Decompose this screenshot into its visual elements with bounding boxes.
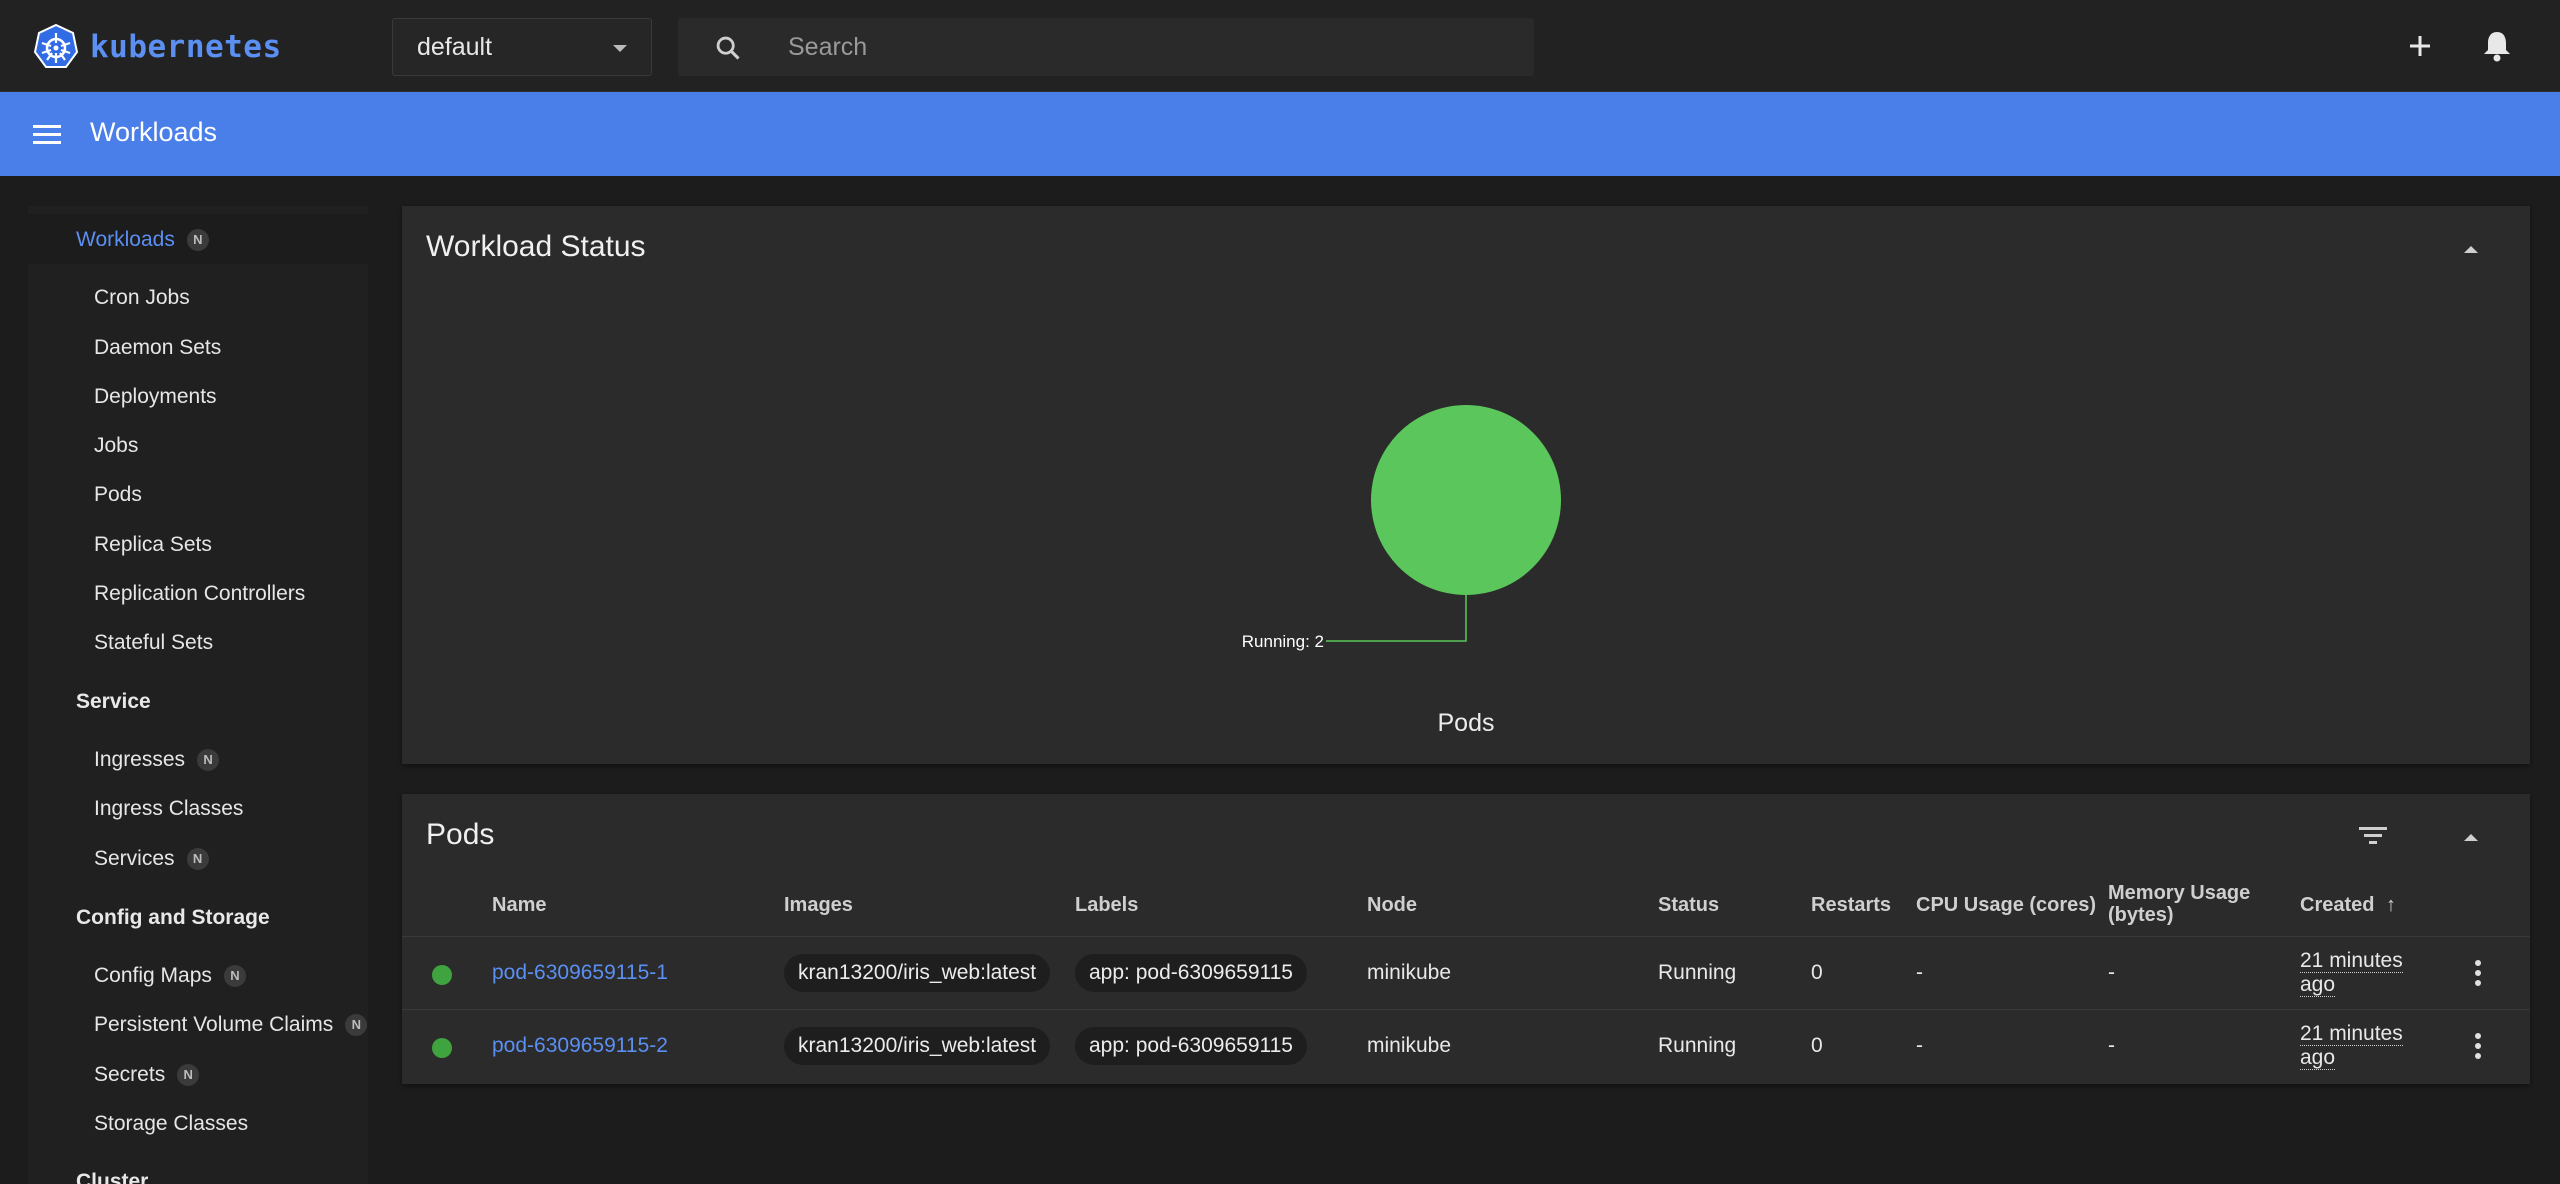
top-toolbar: kubernetes default (0, 0, 2560, 92)
node-cell[interactable]: minikube (1367, 961, 1451, 985)
sidebar-item-jobs[interactable]: Jobs (94, 434, 138, 458)
status-cell: Running (1658, 961, 1737, 984)
label-chip: app: pod-6309659115 (1075, 954, 1307, 992)
label-chip: app: pod-6309659115 (1075, 1027, 1307, 1065)
namespaced-badge: N (186, 848, 209, 870)
namespaced-badge: N (177, 1064, 200, 1086)
created-cell: 21 minutes ago (2300, 949, 2403, 997)
pods-status-pie-chart: Running: 2 Pods (1242, 405, 1561, 737)
sidebar-item-pods[interactable]: Pods (94, 483, 142, 507)
page-title-bar: Workloads (0, 92, 2560, 176)
column-header-labels: Labels (1075, 894, 1139, 916)
column-header-created-label: Created (2300, 894, 2375, 916)
namespaced-badge: N (223, 965, 246, 987)
pie-chart-title: Pods (1438, 709, 1495, 737)
created-cell: 21 minutes ago (2300, 1022, 2403, 1070)
sidebar-item-replication-controllers[interactable]: Replication Controllers (94, 582, 305, 606)
dropdown-caret-icon (613, 45, 627, 52)
filter-icon[interactable] (2356, 822, 2390, 850)
cpu-usage-cell: - (1916, 1034, 1923, 1057)
image-chip: kran13200/iris_web:latest (784, 1027, 1051, 1065)
table-row[interactable]: pod-6309659115-2 kran13200/iris_web:late… (402, 1009, 2530, 1082)
kubernetes-logo-icon (33, 23, 79, 68)
sidebar-item-config-maps[interactable]: Config Maps N (94, 964, 246, 988)
sort-ascending-arrow-icon: ↑ (2386, 894, 2397, 916)
sidebar-item-label: Services (94, 847, 175, 870)
sidebar-section-service[interactable]: Service (76, 690, 151, 714)
pie-slice-label: Running: 2 (1242, 632, 1324, 651)
memory-usage-cell: - (2108, 1034, 2115, 1057)
sidebar-item-label: Ingresses (94, 748, 186, 771)
namespaced-badge: N (345, 1014, 368, 1036)
column-header-node[interactable]: Node (1367, 894, 1417, 916)
running-status-icon (432, 965, 452, 985)
memory-usage-cell: - (2108, 961, 2115, 984)
namespaced-badge: N (186, 229, 209, 251)
pod-name-link[interactable]: pod-6309659115-2 (492, 1034, 668, 1058)
namespace-selected-value: default (417, 32, 493, 61)
restarts-cell: 0 (1811, 1034, 1823, 1057)
sidebar-item-label: Config Maps (94, 964, 212, 987)
column-header-cpu-usage: CPU Usage (cores) (1916, 894, 2097, 916)
notifications-bell-icon[interactable] (2476, 24, 2518, 66)
create-resource-plus-icon[interactable] (2400, 26, 2440, 66)
sidebar-nav: Workloads N Cron Jobs Daemon Sets Deploym… (28, 206, 368, 1184)
sidebar-item-daemon-sets[interactable]: Daemon Sets (94, 336, 221, 360)
column-header-status[interactable]: Status (1658, 894, 1719, 916)
sidebar-section-config-and-storage[interactable]: Config and Storage (76, 906, 270, 930)
sidebar-item-deployments[interactable]: Deployments (94, 385, 217, 409)
pie-leader-line (1326, 595, 1467, 642)
pods-card: Pods Name Images Labels Node Status Rest… (402, 794, 2530, 1084)
collapse-arrow-icon[interactable] (2464, 834, 2478, 841)
row-actions-kebab-icon[interactable] (2466, 957, 2490, 993)
image-chip: kran13200/iris_web:latest (784, 954, 1051, 992)
created-time-line1: 21 minutes (2300, 949, 2403, 973)
card-title: Pods (426, 818, 495, 851)
created-time-line2: ago (2300, 973, 2336, 997)
column-header-name[interactable]: Name (492, 894, 546, 916)
created-time-line2: ago (2300, 1046, 2336, 1070)
sidebar-item-stateful-sets[interactable]: Stateful Sets (94, 631, 213, 655)
search-icon[interactable] (714, 34, 742, 62)
running-status-icon (432, 1038, 452, 1058)
sidebar-item-ingress-classes[interactable]: Ingress Classes (94, 797, 243, 821)
restarts-cell: 0 (1811, 961, 1823, 984)
sidebar-item-label: Secrets (94, 1063, 166, 1086)
sidebar-item-label: Persistent Volume Claims (94, 1013, 334, 1036)
sidebar-item-ingresses[interactable]: Ingresses N (94, 748, 220, 772)
sidebar-item-persistent-volume-claims[interactable]: Persistent Volume Claims N (94, 1013, 368, 1037)
hamburger-menu-icon[interactable] (30, 118, 64, 150)
pod-name-link[interactable]: pod-6309659115-1 (492, 961, 668, 985)
sidebar-section-label: Workloads (76, 228, 175, 251)
brand-name: kubernetes (90, 29, 282, 65)
brand-logo[interactable]: kubernetes (32, 22, 282, 72)
column-header-images: Images (784, 894, 853, 916)
namespaced-badge: N (197, 749, 220, 771)
namespace-select[interactable]: default (392, 18, 652, 76)
column-header-memory-line2: (bytes) (2108, 904, 2174, 926)
column-header-restarts[interactable]: Restarts (1811, 894, 1891, 916)
sidebar-section-workloads[interactable]: Workloads N (76, 228, 209, 252)
status-cell: Running (1658, 1034, 1737, 1057)
created-time-line1: 21 minutes (2300, 1022, 2403, 1046)
column-header-memory-line1: Memory Usage (2108, 882, 2251, 904)
table-row[interactable]: pod-6309659115-1 kran13200/iris_web:late… (402, 936, 2530, 1009)
cpu-usage-cell: - (1916, 961, 1923, 984)
search-bar (678, 18, 1534, 76)
workload-status-card: Workload Status Running: 2 Pods (402, 206, 2530, 764)
sidebar-item-cron-jobs[interactable]: Cron Jobs (94, 286, 190, 310)
sidebar-section-cluster[interactable]: Cluster (76, 1170, 148, 1184)
sidebar-item-services[interactable]: Services N (94, 847, 209, 871)
sidebar-item-secrets[interactable]: Secrets N (94, 1063, 200, 1087)
column-header-memory-usage: Memory Usage (bytes) (2108, 882, 2250, 926)
pie-slice-running[interactable] (1371, 405, 1561, 595)
search-input[interactable] (788, 28, 1488, 66)
node-cell[interactable]: minikube (1367, 1034, 1451, 1058)
column-header-created[interactable]: Created ↑ (2300, 894, 2396, 916)
page-title: Workloads (90, 117, 218, 147)
sidebar-item-replica-sets[interactable]: Replica Sets (94, 533, 212, 557)
sidebar-item-storage-classes[interactable]: Storage Classes (94, 1112, 248, 1136)
row-actions-kebab-icon[interactable] (2466, 1030, 2490, 1066)
